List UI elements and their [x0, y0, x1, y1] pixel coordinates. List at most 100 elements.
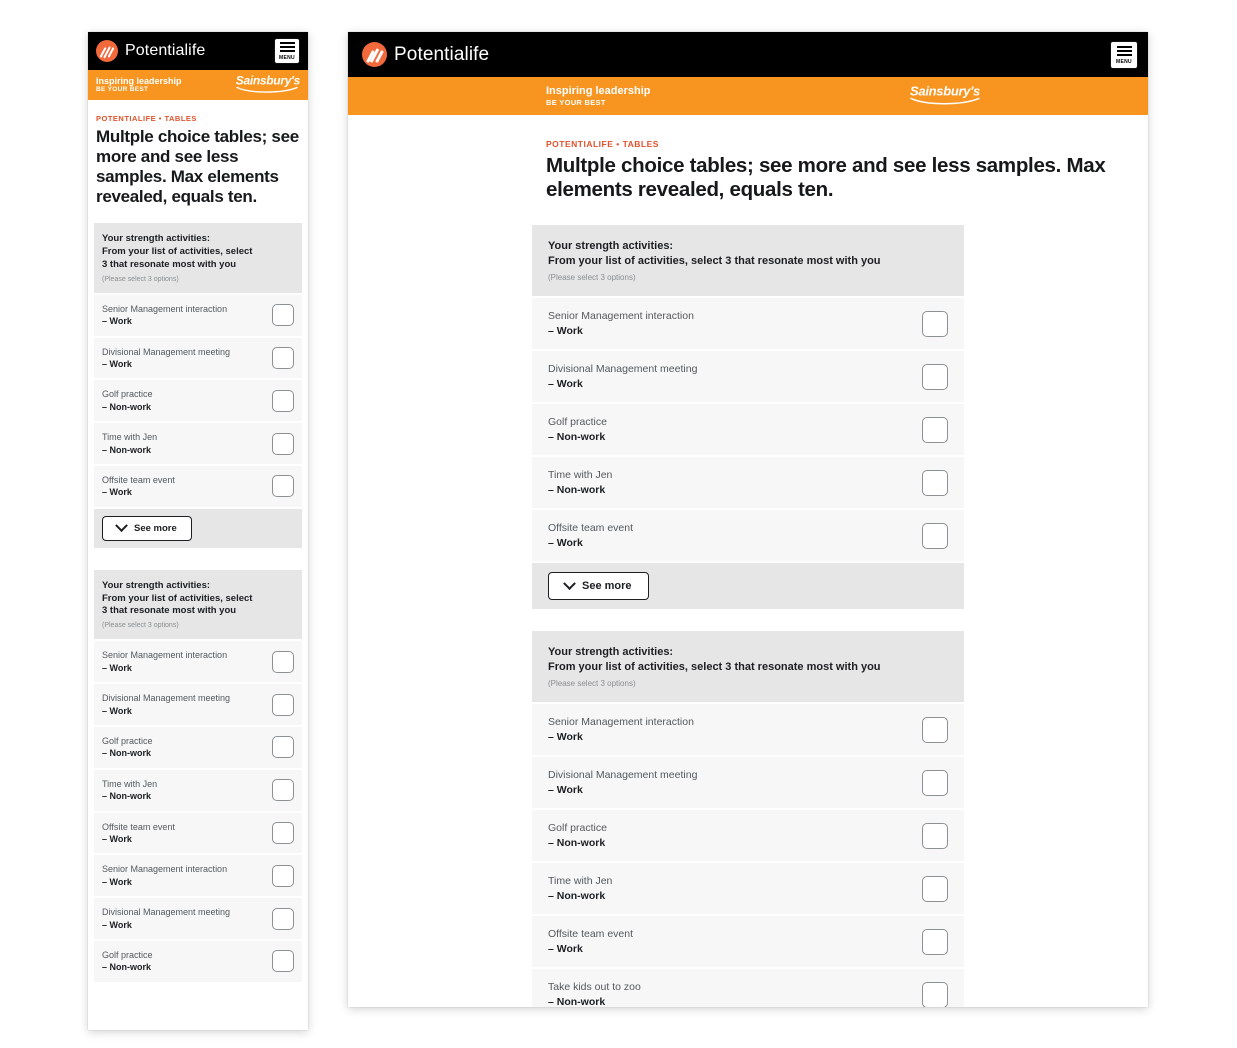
table-row[interactable]: Senior Management interaction – Work: [94, 292, 302, 336]
breadcrumb: POTENTIALIFE • TABLES: [546, 139, 659, 149]
brand-lockup[interactable]: Potentialife: [362, 42, 489, 67]
table-row[interactable]: Golf practice – Non-work: [532, 402, 964, 456]
activity-name: Divisional Management meeting: [548, 363, 698, 376]
activity-name: Golf practice: [102, 950, 153, 960]
activity-category: – Work: [102, 833, 132, 844]
see-more-button[interactable]: See more: [548, 572, 649, 601]
mobile-top-bar: Potentialife MENU: [88, 32, 308, 70]
activity-checkbox[interactable]: [272, 389, 294, 412]
activity-checkbox[interactable]: [922, 981, 948, 1007]
menu-label: MENU: [279, 55, 295, 61]
menu-label: MENU: [1116, 58, 1132, 65]
activity-checkbox[interactable]: [922, 769, 948, 796]
table-row[interactable]: Senior Management interaction – Work: [94, 853, 302, 897]
hamburger-menu-icon[interactable]: MENU: [1110, 40, 1138, 69]
row-label: Senior Management interaction – Work: [548, 715, 694, 744]
activity-checkbox[interactable]: [922, 822, 948, 849]
activity-checkbox[interactable]: [272, 864, 294, 887]
see-more-label: See more: [582, 580, 632, 593]
activity-checkbox[interactable]: [272, 821, 294, 844]
table-row[interactable]: Time with Jen – Non-work: [94, 767, 302, 811]
activity-name: Time with Jen: [548, 469, 613, 482]
table-row[interactable]: Golf practice – Non-work: [532, 808, 964, 862]
table-row[interactable]: Offsite team event – Work: [94, 810, 302, 854]
table-header-note: (Please select 3 options): [102, 622, 179, 630]
mobile-orange-band: Inspiring leadership BE YOUR BEST Sainsb…: [88, 70, 308, 100]
activity-name: Divisional Management meeting: [102, 693, 231, 704]
table-row[interactable]: Senior Management interaction – Work: [532, 296, 964, 350]
activity-checkbox[interactable]: [272, 950, 294, 973]
table-row[interactable]: Golf practice – Non-work: [94, 724, 302, 768]
activity-name: Senior Management interaction: [102, 864, 228, 875]
band-subtitle: BE YOUR BEST: [96, 86, 149, 94]
sainsburys-logo-icon: Sainsbury's: [910, 84, 980, 105]
table-row[interactable]: Golf practice – Non-work: [94, 939, 302, 982]
activity-checkbox[interactable]: [922, 928, 948, 955]
activity-checkbox[interactable]: [272, 346, 294, 369]
band-title: Inspiring leadership: [546, 85, 651, 98]
table-row[interactable]: Divisional Management meeting – Work: [94, 682, 302, 725]
screenshot-stage: Potentialife MENU Inspiring leadership B…: [0, 0, 1237, 1048]
table-row[interactable]: Divisional Management meeting – Work: [532, 755, 964, 809]
activity-category: – Non-work: [102, 748, 152, 759]
activity-checkbox[interactable]: [272, 779, 294, 802]
activity-category: – Work: [102, 876, 132, 887]
row-label: Golf practice – Non-work: [102, 388, 153, 413]
table-header-note: (Please select 3 options): [548, 678, 636, 688]
activity-checkbox[interactable]: [272, 907, 294, 930]
activity-checkbox[interactable]: [272, 693, 294, 716]
row-label: Time with Jen – Non-work: [548, 468, 612, 497]
strength-activities-table-1: Your strength activities: From your list…: [94, 223, 302, 548]
activity-checkbox[interactable]: [922, 469, 948, 496]
activity-checkbox[interactable]: [922, 416, 948, 443]
activity-category: – Work: [102, 705, 132, 716]
sainsburys-logo-icon: Sainsbury's: [236, 75, 300, 94]
activity-name: Senior Management interaction: [548, 716, 694, 729]
activity-category: – Non-work: [548, 889, 606, 902]
activity-checkbox[interactable]: [272, 736, 294, 759]
activity-checkbox[interactable]: [272, 432, 294, 455]
brand-lockup[interactable]: Potentialife: [96, 40, 205, 62]
activity-category: – Non-work: [102, 962, 152, 973]
table-row[interactable]: Divisional Management meeting – Work: [532, 349, 964, 403]
table-row[interactable]: Senior Management interaction – Work: [94, 639, 302, 683]
activity-checkbox[interactable]: [922, 363, 948, 390]
table-row[interactable]: Offsite team event – Work: [532, 508, 964, 562]
activity-name: Golf practice: [102, 735, 153, 746]
activity-name: Golf practice: [548, 822, 607, 835]
activity-checkbox[interactable]: [922, 716, 948, 743]
activity-category: – Work: [548, 377, 583, 390]
activity-category: – Non-work: [102, 401, 152, 412]
desktop-content: POTENTIALIFE • TABLES Multple choice tab…: [348, 115, 1148, 1007]
table-row[interactable]: Golf practice – Non-work: [94, 378, 302, 422]
table-row[interactable]: Divisional Management meeting – Work: [94, 896, 302, 939]
activity-name: Time with Jen: [548, 875, 613, 888]
activity-name: Divisional Management meeting: [102, 907, 231, 918]
hamburger-menu-icon[interactable]: MENU: [274, 38, 300, 64]
table-row[interactable]: Divisional Management meeting – Work: [94, 335, 302, 379]
table-row[interactable]: Time with Jen – Non-work: [532, 861, 964, 915]
activity-name: Senior Management interaction: [102, 650, 228, 661]
table-row[interactable]: Offsite team event – Work: [94, 463, 302, 507]
activity-checkbox[interactable]: [922, 522, 948, 549]
table-row[interactable]: Offsite team event – Work: [532, 914, 964, 968]
table-row[interactable]: Time with Jen – Non-work: [94, 421, 302, 464]
see-more-button[interactable]: See more: [102, 515, 192, 541]
desktop-preview-frame: Potentialife MENU Inspiring leadership B…: [348, 32, 1148, 1007]
table-row[interactable]: Take kids out to zoo – Non-work: [532, 967, 964, 1007]
page-title: Multple choice tables; see more and see …: [546, 154, 1106, 202]
activity-checkbox[interactable]: [922, 875, 948, 902]
row-label: Offsite team event – Work: [548, 521, 633, 550]
desktop-top-bar: Potentialife MENU: [348, 32, 1148, 77]
activity-checkbox[interactable]: [272, 650, 294, 673]
activity-checkbox[interactable]: [272, 475, 294, 498]
activity-name: Offsite team event: [102, 474, 175, 485]
row-label: Golf practice – Non-work: [102, 949, 153, 974]
table-header-line2a: From your list of activities, select: [102, 592, 253, 604]
activity-checkbox[interactable]: [272, 304, 294, 327]
activity-checkbox[interactable]: [922, 310, 948, 337]
see-more-label: See more: [134, 522, 177, 534]
table-row[interactable]: Time with Jen – Non-work: [532, 455, 964, 509]
activity-category: – Work: [548, 783, 583, 796]
table-row[interactable]: Senior Management interaction – Work: [532, 702, 964, 756]
